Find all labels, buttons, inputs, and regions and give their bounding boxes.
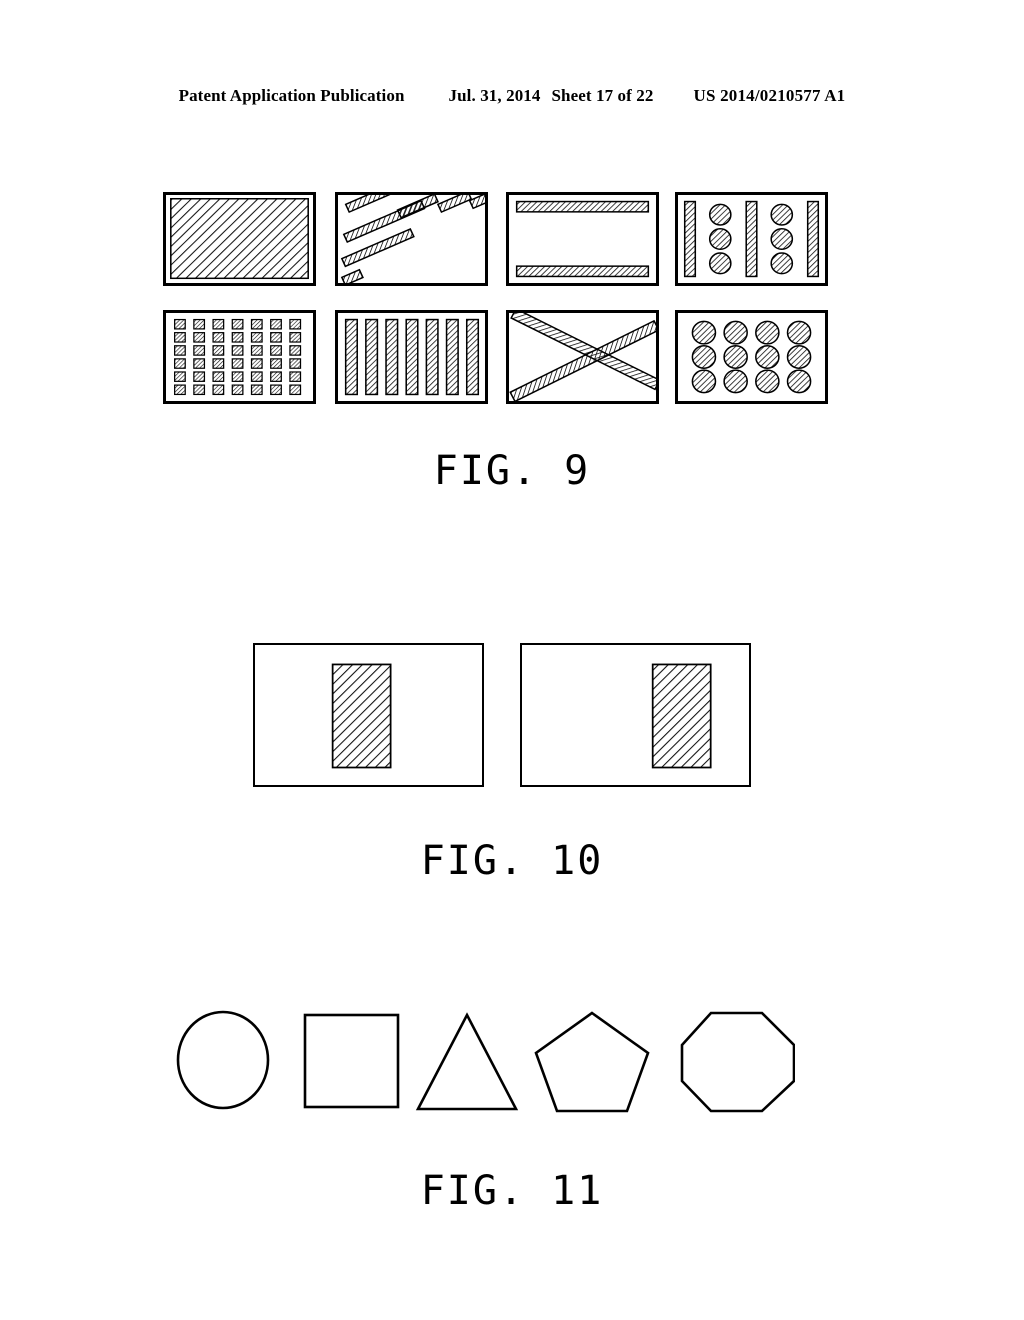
fig11-shape-octagon [680, 1011, 795, 1113]
page-header: Patent Application Publication Jul. 31, … [0, 86, 1024, 106]
header-sheet-label: Sheet 17 of 22 [551, 86, 654, 105]
header-document-number: US 2014/0210577 A1 [693, 86, 846, 105]
patent-drawing-page: Patent Application Publication Jul. 31, … [0, 0, 1024, 1320]
fig9-panel-circle-matrix [675, 310, 828, 404]
fig9-panel-square-dot-matrix [163, 310, 316, 404]
fig11-shape-square [303, 1013, 400, 1109]
fig11-shape-pentagon [534, 1011, 650, 1113]
figure-11-caption: FIG. 11 [420, 1168, 604, 1214]
header-date-label: Jul. 31, 2014 [448, 86, 541, 105]
figure-10-illustration [253, 643, 753, 789]
fig9-panel-vertical-bars [335, 310, 488, 404]
fig10-panel-centered-block [253, 643, 484, 787]
fig10-panel-right-offset-block [520, 643, 751, 787]
fig9-panel-diagonal-bars [335, 192, 488, 286]
figure-9-caption: FIG. 9 [433, 448, 591, 494]
fig9-panel-crossed-diagonal-bars [506, 310, 659, 404]
fig9-panel-full-hatched-plate [163, 192, 316, 286]
fig9-panel-horizontal-edge-bars [506, 192, 659, 286]
fig11-shape-triangle [415, 1012, 519, 1111]
fig9-panel-bars-and-circles [675, 192, 828, 286]
header-publication-label: Patent Application Publication [178, 86, 405, 105]
figure-10-caption: FIG. 10 [420, 838, 604, 884]
figure-11-illustration [175, 1005, 795, 1115]
fig11-shape-circle [176, 1010, 270, 1110]
figure-9-illustration [163, 192, 828, 404]
